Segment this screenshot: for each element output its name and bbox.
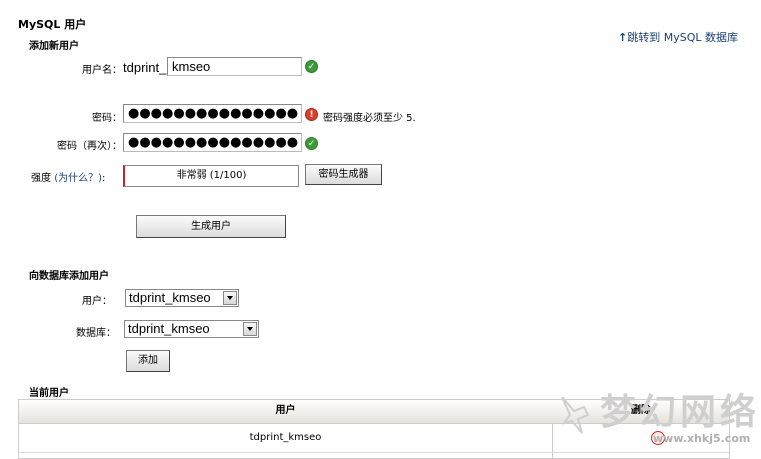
check-icon: ✓	[305, 137, 318, 150]
watermark-text: 梦幻网络	[600, 391, 761, 433]
db-select-value: tdprint_kmseo	[128, 321, 210, 336]
strength-meter: 非常弱 (1/100)	[123, 165, 299, 187]
add-user-heading: 添加新用户	[29, 41, 79, 52]
bird-logo-icon	[558, 393, 590, 434]
username-label: 用户名：	[82, 65, 122, 76]
strength-label-group: 强度 (为什么？):	[31, 169, 105, 184]
strength-why-link[interactable]: (为什么？)	[54, 173, 102, 184]
watermark-url: www.xhkj5.com	[653, 432, 751, 445]
strength-colon: :	[102, 173, 106, 184]
password-label: 密码：	[92, 113, 122, 124]
password-error-text: 密码强度必须至少 5.	[323, 113, 416, 124]
db-select-label: 数据库：	[76, 328, 116, 339]
page-title: MySQL 用户	[18, 18, 87, 31]
chevron-down-icon[interactable]	[223, 291, 237, 305]
username-input[interactable]: kmseo	[167, 57, 302, 76]
database-select[interactable]: tdprint_kmseo	[124, 320, 259, 338]
create-user-button[interactable]: 生成用户	[136, 215, 286, 238]
jump-to-databases-link[interactable]: ↑跳转到 MySQL 数据库	[618, 29, 738, 45]
chevron-down-icon[interactable]	[243, 322, 257, 336]
user-select-value: tdprint_kmseo	[129, 290, 211, 305]
error-icon: !	[305, 108, 318, 121]
check-icon: ✓	[305, 60, 318, 73]
strength-label: 强度	[31, 173, 51, 184]
jump-link-label: 跳转到 MySQL 数据库	[627, 31, 738, 44]
up-arrow-icon: ↑	[618, 31, 628, 44]
password-again-label: 密码（再次）：	[57, 141, 122, 152]
user-select[interactable]: tdprint_kmseo	[125, 289, 239, 307]
current-users-heading: 当前用户	[29, 388, 69, 399]
username-prefix: tdprint_	[123, 60, 167, 75]
user-select-label: 用户：	[82, 296, 112, 307]
password-generator-button[interactable]: 密码生成器	[305, 164, 382, 185]
add-button[interactable]: 添加	[126, 350, 170, 372]
add-to-db-heading: 向数据库添加用户	[29, 271, 109, 282]
row-user-cell: tdprint_kmseo	[249, 432, 322, 443]
password-input[interactable]: ●●●●●●●●●●●●●●●	[123, 104, 302, 123]
column-header-user: 用户	[275, 405, 296, 416]
password-again-input[interactable]: ●●●●●●●●●●●●●●●	[123, 133, 302, 152]
